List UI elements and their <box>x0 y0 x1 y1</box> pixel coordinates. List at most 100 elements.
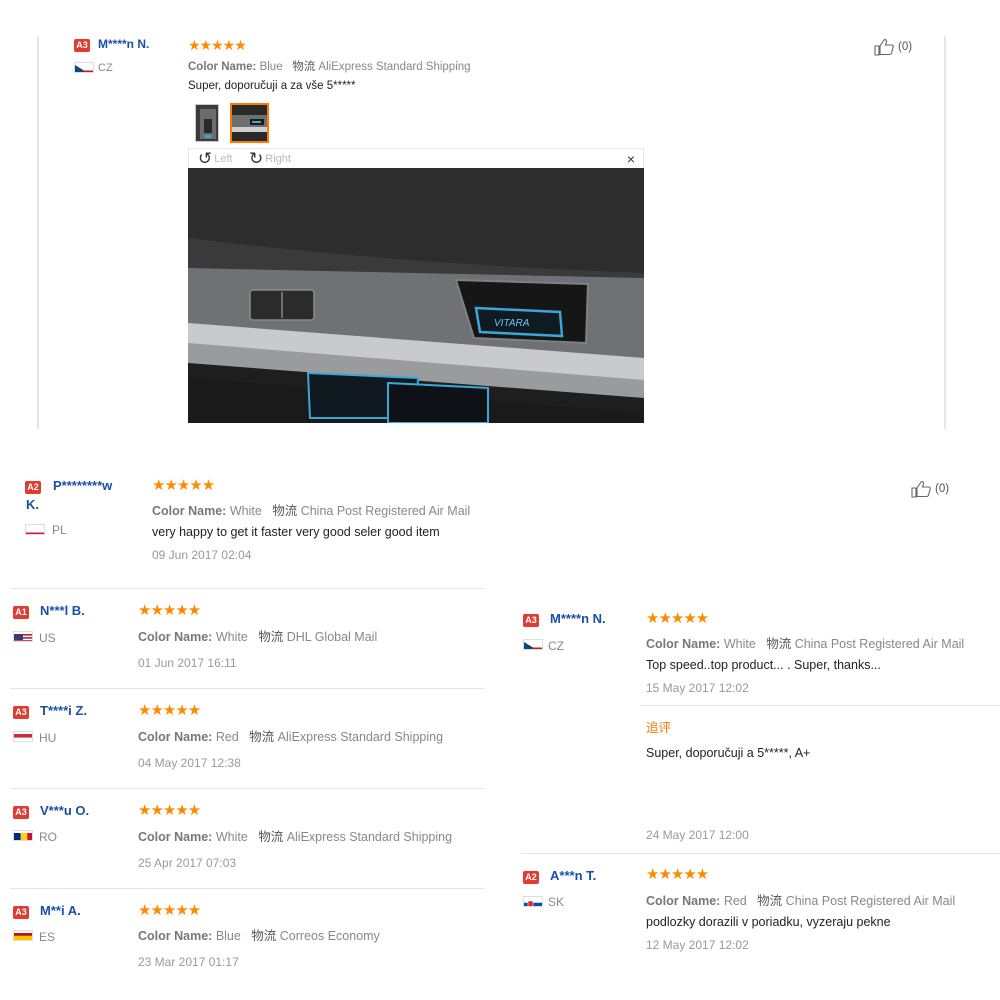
photo-thumbnail[interactable] <box>195 104 219 142</box>
flag-cz-icon <box>523 639 543 650</box>
logistics-label: 物流 <box>757 894 783 908</box>
reviewer-name[interactable]: T****i Z. <box>40 703 87 718</box>
divider <box>10 888 484 889</box>
rotate-left-label: Left <box>214 152 233 165</box>
review-text: Super, doporučuji a za vše 5***** <box>188 80 356 92</box>
flag-cz-icon <box>74 62 94 73</box>
color-value: White <box>723 637 756 651</box>
like-count: (0) <box>935 483 950 495</box>
like-button[interactable]: (0) <box>911 480 949 498</box>
color-label: Color Name: <box>138 830 213 844</box>
color-value: Red <box>215 730 239 744</box>
rating-stars: ★★★★★ <box>646 610 709 627</box>
divider <box>10 588 484 589</box>
reviewer-name[interactable]: M****n N. <box>550 611 606 626</box>
level-badge: A3 <box>13 906 29 919</box>
reviewer-name-line2[interactable]: K. <box>26 497 39 512</box>
thumbs-up-icon <box>874 39 894 56</box>
divider <box>10 688 484 689</box>
color-label: Color Name: <box>138 929 213 943</box>
rotate-right-icon: ↻ <box>249 149 264 168</box>
color-value: White <box>215 630 248 644</box>
flag-es-icon <box>13 930 33 941</box>
reviewer-name[interactable]: A***n T. <box>550 868 596 883</box>
logistics-value: AliExpress Standard Shipping <box>286 830 453 844</box>
reviewer-name[interactable]: V***u O. <box>40 803 89 818</box>
reviewer-name[interactable]: M**i A. <box>40 903 81 918</box>
review-meta: Color Name: Blue 物流 Correos Economy <box>138 925 380 944</box>
reviewer-country: RO <box>39 830 57 844</box>
logistics-value: AliExpress Standard Shipping <box>318 61 471 73</box>
color-label: Color Name: <box>646 637 721 651</box>
flag-pl-icon <box>25 524 45 535</box>
logistics-label: 物流 <box>272 504 298 518</box>
followup-label: 追评 <box>646 721 672 735</box>
review-date: 01 Jun 2017 16:11 <box>138 656 237 670</box>
logistics-value: Correos Economy <box>279 929 380 943</box>
review-meta: Color Name: White 物流 DHL Global Mail <box>138 626 377 645</box>
review-date: 23 Mar 2017 01:17 <box>138 955 239 969</box>
rotate-left-button[interactable]: ↺ Left <box>198 150 233 167</box>
review-date: 12 May 2017 12:02 <box>646 938 749 952</box>
reviewer-name[interactable]: N***l B. <box>40 603 85 618</box>
logistics-value: China Post Registered Air Mail <box>785 894 956 908</box>
color-value: Red <box>723 894 747 908</box>
close-icon[interactable]: × <box>627 151 635 167</box>
reviewer-country: SK <box>548 895 565 909</box>
rating-stars: ★★★★★ <box>138 902 201 919</box>
divider <box>521 853 1000 854</box>
reviewer-country: CZ <box>548 639 564 653</box>
logistics-label: 物流 <box>258 630 284 644</box>
rating-stars: ★★★★★ <box>188 37 247 53</box>
review-meta: Color Name: White 物流 China Post Register… <box>646 633 964 652</box>
reviewer-country: PL <box>52 523 67 537</box>
reviewer-country: US <box>39 631 56 645</box>
level-badge: A3 <box>523 614 539 627</box>
review-text: very happy to get it faster very good se… <box>152 525 440 539</box>
like-button[interactable]: (0) <box>874 38 912 56</box>
color-value: White <box>215 830 248 844</box>
panel-border-right <box>944 36 946 429</box>
flag-ro-icon <box>13 830 33 841</box>
followup-text: Super, doporučuji a 5*****, A+ <box>646 746 811 760</box>
level-badge: A1 <box>13 606 29 619</box>
logistics-label: 物流 <box>766 637 792 651</box>
rating-stars: ★★★★★ <box>138 702 201 719</box>
photo-thumbnail-selected[interactable] <box>230 103 269 143</box>
level-badge: A3 <box>13 706 29 719</box>
logistics-value: DHL Global Mail <box>286 630 378 644</box>
reviewer-country: HU <box>39 731 57 745</box>
reviewer-name[interactable]: M****n N. <box>98 37 149 51</box>
rotate-right-button[interactable]: ↻ Right <box>249 150 291 167</box>
rating-stars: ★★★★★ <box>152 477 215 494</box>
color-label: Color Name: <box>646 894 721 908</box>
flag-us-icon <box>13 631 33 642</box>
flag-hu-icon <box>13 731 33 742</box>
like-count: (0) <box>898 41 913 53</box>
color-value: Blue <box>259 61 283 73</box>
review-date: 25 Apr 2017 07:03 <box>138 856 237 870</box>
review-date: 15 May 2017 12:02 <box>646 681 749 695</box>
followup-date: 24 May 2017 12:00 <box>646 828 749 842</box>
review-meta: Color Name: White 物流 AliExpress Standard… <box>138 826 452 845</box>
color-label: Color Name: <box>138 730 213 744</box>
logistics-label: 物流 <box>258 830 284 844</box>
thumbs-up-icon <box>911 481 931 498</box>
level-badge: A3 <box>74 39 90 52</box>
reviewer-name[interactable]: P********w <box>53 478 112 493</box>
rotate-right-label: Right <box>265 152 291 165</box>
logistics-label: 物流 <box>249 730 275 744</box>
review-meta: Color Name: Red 物流 AliExpress Standard S… <box>138 726 443 745</box>
rating-stars: ★★★★★ <box>138 802 201 819</box>
review-date: 09 Jun 2017 02:04 <box>152 548 252 562</box>
level-badge: A2 <box>523 871 539 884</box>
logistics-value: China Post Registered Air Mail <box>794 637 965 651</box>
level-badge: A2 <box>25 481 41 494</box>
color-label: Color Name: <box>188 61 257 73</box>
photo-viewer-toolbar: ↺ Left ↻ Right × <box>188 148 644 169</box>
divider <box>10 788 484 789</box>
reviewer-country: CZ <box>98 62 113 74</box>
reviewer-country: ES <box>39 930 56 944</box>
review-photo[interactable]: VITARA <box>188 168 644 423</box>
color-label: Color Name: <box>152 504 227 518</box>
